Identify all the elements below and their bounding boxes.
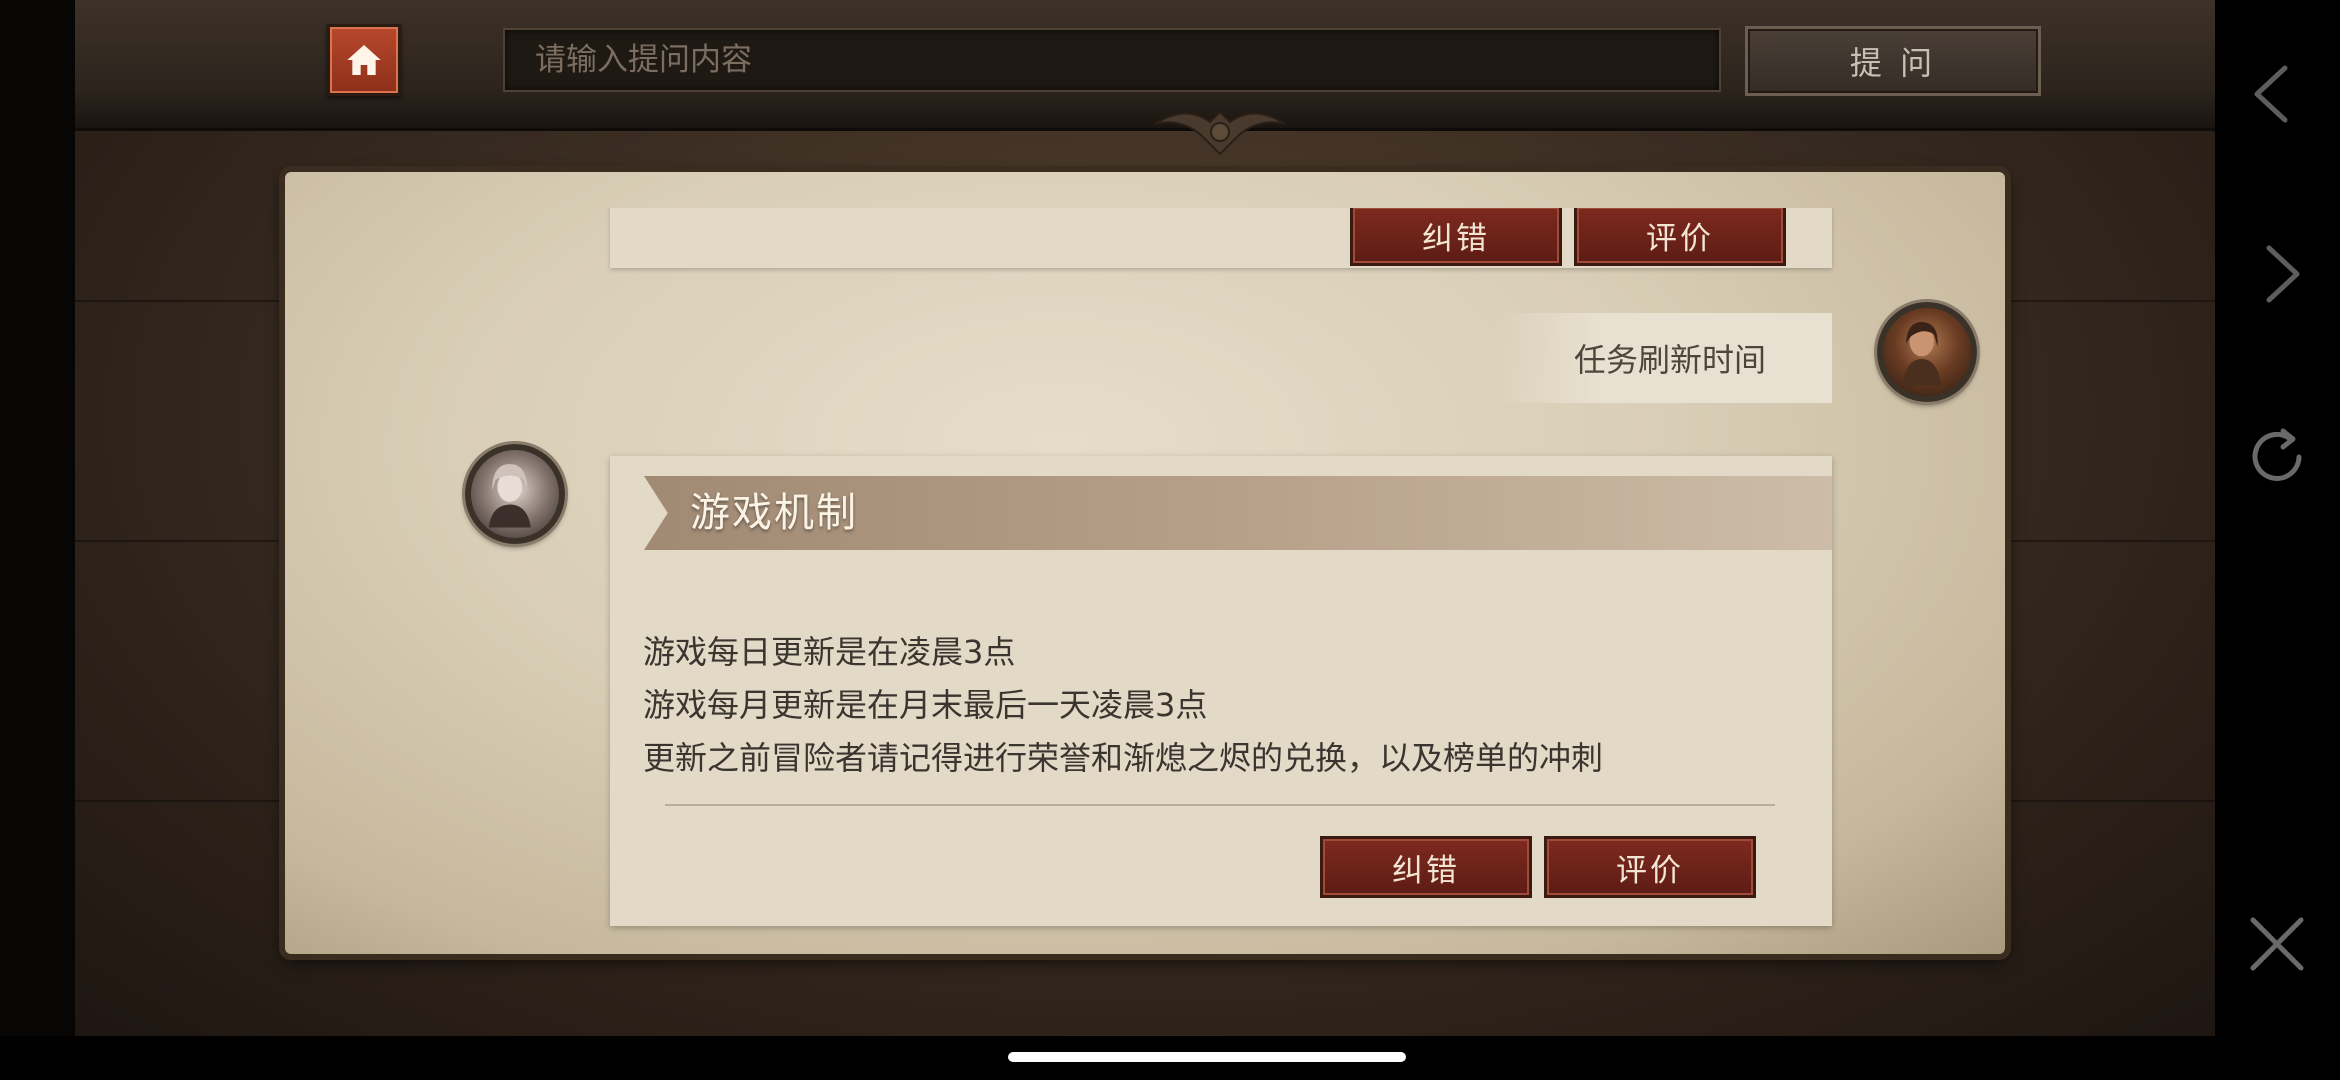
assistant-avatar xyxy=(465,444,565,544)
left-black-strip xyxy=(0,0,75,1080)
answer-line: 更新之前冒险者请记得进行荣誉和渐熄之烬的兑换，以及榜单的冲刺 xyxy=(643,739,1604,777)
question-input[interactable]: 请输入提问内容 xyxy=(503,28,1721,92)
refresh-button[interactable] xyxy=(2245,425,2309,489)
home-indicator-bar[interactable] xyxy=(1008,1052,1406,1062)
chat-scroll-area[interactable]: 纠错 评价 任务刷新时间 游戏机制 游戏每日更新是在凌晨3点 游戏每月更新是在月… xyxy=(285,208,2005,954)
forward-button[interactable] xyxy=(2245,242,2309,306)
answer-body: 游戏每日更新是在凌晨3点 游戏每月更新是在月末最后一天凌晨3点 更新之前冒险者请… xyxy=(643,626,1603,785)
answer-card: 游戏机制 游戏每日更新是在凌晨3点 游戏每月更新是在月末最后一天凌晨3点 更新之… xyxy=(610,456,1832,926)
answer-divider xyxy=(665,804,1775,806)
user-avatar xyxy=(1877,302,1977,402)
correct-button[interactable]: 纠错 xyxy=(1320,836,1532,898)
home-button[interactable] xyxy=(327,24,401,96)
chevron-right-icon xyxy=(2266,245,2300,303)
close-button[interactable] xyxy=(2245,912,2309,976)
user-question-text: 任务刷新时间 xyxy=(1573,341,1766,379)
game-area: 请输入提问内容 提 问 纠错 评价 任务刷新时间 游戏机制 游戏每日更新是在凌晨… xyxy=(75,0,2215,1036)
home-icon xyxy=(347,45,381,75)
answer-title: 游戏机制 xyxy=(690,490,858,536)
assistant-portrait-icon xyxy=(488,464,531,528)
previous-answer-card: 纠错 评价 xyxy=(610,208,1832,268)
user-question-bubble: 任务刷新时间 xyxy=(1495,313,1832,403)
user-portrait-icon xyxy=(1902,321,1942,386)
back-button[interactable] xyxy=(2245,62,2309,126)
ornament-crest-icon xyxy=(1154,110,1286,156)
chevron-left-icon xyxy=(2254,65,2288,123)
refresh-icon xyxy=(2252,428,2302,481)
answer-line: 游戏每日更新是在凌晨3点 xyxy=(643,633,1016,671)
close-icon xyxy=(2250,917,2304,971)
chat-parchment-panel: 纠错 评价 任务刷新时间 游戏机制 游戏每日更新是在凌晨3点 游戏每月更新是在月… xyxy=(285,172,2005,954)
previous-correct-button[interactable]: 纠错 xyxy=(1350,208,1562,266)
rate-button[interactable]: 评价 xyxy=(1544,836,1756,898)
previous-rate-button[interactable]: 评价 xyxy=(1574,208,1786,266)
answer-line: 游戏每月更新是在月末最后一天凌晨3点 xyxy=(643,686,1208,724)
screen: 请输入提问内容 提 问 纠错 评价 任务刷新时间 游戏机制 游戏每日更新是在凌晨… xyxy=(0,0,2340,1080)
ask-button[interactable]: 提 问 xyxy=(1745,26,2041,96)
